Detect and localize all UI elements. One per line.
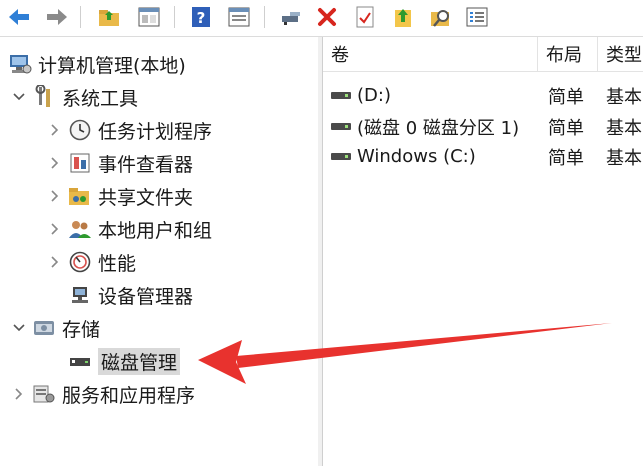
tree-item-services-applications[interactable]: 服务和应用程序	[10, 379, 195, 409]
type-cell: 基本	[606, 86, 642, 108]
svg-text:?: ?	[197, 9, 206, 27]
drive-icon	[331, 92, 351, 99]
volume-list: 卷 布局 类型 (D:) 简单 基本 (磁盘 0 磁盘分区 1) 简单 基本 W…	[322, 37, 643, 466]
table-row[interactable]: (磁盘 0 磁盘分区 1) 简单 基本	[323, 112, 643, 141]
import-icon[interactable]	[390, 4, 416, 30]
services-icon	[32, 382, 56, 406]
volume-cell: Windows (C:)	[331, 142, 536, 171]
chevron-right-icon[interactable]	[46, 154, 64, 172]
type-cell: 基本	[606, 117, 642, 139]
shared-folder-icon	[68, 184, 92, 208]
layout-cell: 简单	[548, 86, 584, 108]
layout-cell: 简单	[548, 117, 584, 139]
help-icon[interactable]: ?	[188, 4, 214, 30]
tree-item-task-scheduler[interactable]: 任务计划程序	[46, 115, 212, 145]
properties-pane-icon[interactable]	[226, 4, 252, 30]
device-manager-icon	[68, 283, 92, 307]
storage-icon	[32, 316, 56, 340]
list-header: 卷 布局 类型	[323, 37, 643, 72]
toolbar-separator	[80, 6, 81, 28]
up-folder-icon[interactable]	[96, 4, 122, 30]
show-hide-tree-icon[interactable]	[136, 4, 162, 30]
chevron-right-icon[interactable]	[46, 253, 64, 271]
volume-cell: (D:)	[331, 81, 536, 110]
chevron-down-icon[interactable]	[10, 88, 28, 106]
table-row[interactable]: Windows (C:) 简单 基本	[323, 142, 643, 171]
back-arrow-icon[interactable]	[6, 4, 32, 30]
navigation-tree: 计算机管理(本地) 系统工具 任务计划程序 事件查看器 共享文件夹 本地用户和组…	[0, 37, 319, 466]
clock-icon	[68, 118, 92, 142]
chevron-right-icon[interactable]	[46, 187, 64, 205]
toolbar-separator	[264, 6, 265, 28]
tree-item-event-viewer[interactable]: 事件查看器	[46, 148, 193, 178]
list-view-icon[interactable]	[464, 4, 490, 30]
event-viewer-icon	[68, 151, 92, 175]
users-icon	[68, 217, 92, 241]
drive-icon	[331, 153, 351, 160]
computer-management-icon	[8, 52, 32, 76]
toolbar: ?	[0, 0, 643, 37]
tree-item-shared-folders[interactable]: 共享文件夹	[46, 181, 193, 211]
tools-icon	[32, 85, 56, 109]
layout-cell: 简单	[548, 147, 584, 169]
search-folder-icon[interactable]	[428, 4, 454, 30]
connect-icon[interactable]	[278, 4, 304, 30]
drive-icon	[331, 123, 351, 130]
toolbar-separator	[174, 6, 175, 28]
tree-item-system-tools[interactable]: 系统工具	[10, 82, 138, 112]
column-header-layout[interactable]: 布局	[538, 37, 598, 71]
delete-icon[interactable]	[314, 4, 340, 30]
tree-item-storage[interactable]: 存储	[10, 313, 100, 343]
performance-icon	[68, 250, 92, 274]
chevron-right-icon[interactable]	[10, 385, 28, 403]
type-cell: 基本	[606, 147, 642, 169]
disk-management-icon	[68, 349, 92, 373]
forward-arrow-icon[interactable]	[44, 4, 70, 30]
chevron-down-icon[interactable]	[10, 319, 28, 337]
tree-item-disk-management[interactable]: 磁盘管理	[68, 346, 181, 376]
column-header-volume[interactable]: 卷	[323, 37, 538, 71]
chevron-right-icon[interactable]	[46, 220, 64, 238]
column-header-type[interactable]: 类型	[598, 37, 643, 71]
tree-item-computer-management[interactable]: 计算机管理(本地)	[8, 49, 186, 79]
check-document-icon[interactable]	[352, 4, 378, 30]
chevron-right-icon[interactable]	[46, 121, 64, 139]
table-row[interactable]: (D:) 简单 基本	[323, 81, 643, 110]
tree-item-performance[interactable]: 性能	[46, 247, 136, 277]
volume-cell: (磁盘 0 磁盘分区 1)	[331, 112, 536, 141]
tree-item-local-users-groups[interactable]: 本地用户和组	[46, 214, 212, 244]
tree-item-device-manager[interactable]: 设备管理器	[68, 280, 193, 310]
